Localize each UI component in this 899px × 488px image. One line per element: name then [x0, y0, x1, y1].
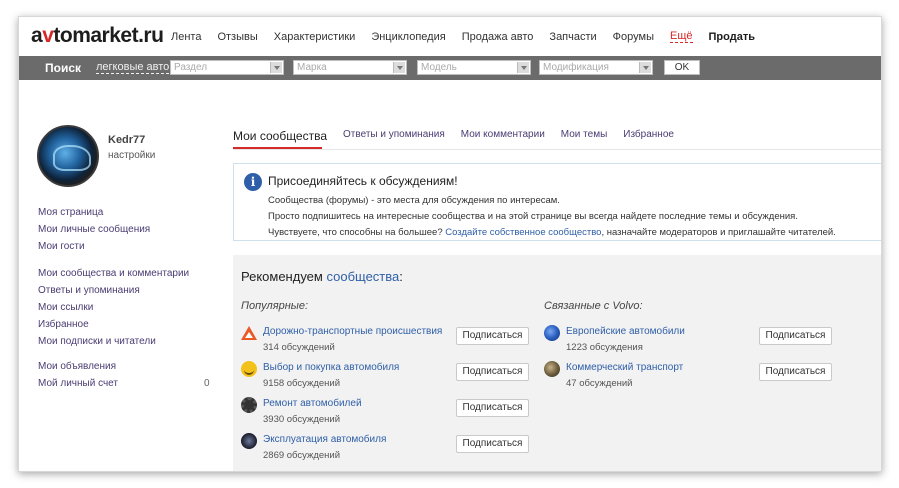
nav-car-sales[interactable]: Продажа авто: [462, 31, 534, 43]
modification-select[interactable]: Модификация: [539, 60, 653, 75]
nav-feed[interactable]: Лента: [171, 31, 201, 43]
community-link[interactable]: Ремонт автомобилей: [263, 398, 362, 409]
list-item: Коммерческий транспорт 47 обсуждений: [544, 361, 764, 395]
category-selector[interactable]: легковые авто: [96, 62, 170, 74]
community-link[interactable]: Европейские автомобили: [566, 326, 685, 337]
discussion-count: 3930 обсуждений: [263, 414, 341, 425]
create-community-link[interactable]: Создайте собственное сообщество: [445, 227, 601, 238]
recommended-section: Рекомендуем сообщества: Популярные: Связ…: [233, 255, 881, 471]
tabs-divider: [233, 149, 881, 150]
username[interactable]: Kedr77: [108, 134, 145, 146]
subscribe-button[interactable]: Подписаться: [456, 435, 529, 453]
car-dark-icon: [241, 433, 257, 449]
sidebar-group-personal: Моя страница Мои личные сообщения Мои го…: [38, 206, 150, 257]
subscribe-button[interactable]: Подписаться: [456, 363, 529, 381]
nav-specs[interactable]: Характеристики: [274, 31, 356, 43]
popular-heading: Популярные:: [241, 300, 309, 312]
settings-link[interactable]: настройки: [108, 150, 155, 161]
brand-select[interactable]: Марка: [293, 60, 407, 75]
search-bar: Поиск легковые авто Раздел Марка Модель …: [19, 56, 881, 80]
list-item: Европейские автомобили 1223 обсуждения: [544, 325, 764, 359]
model-select[interactable]: Модель: [417, 60, 531, 75]
sidebar-item-favorites[interactable]: Избранное: [38, 318, 189, 335]
nav-sell[interactable]: Продать: [709, 31, 755, 43]
info-line: Сообщества (форумы) - это места для обсу…: [268, 195, 560, 206]
recommended-title: Рекомендуем сообщества:: [241, 269, 403, 284]
chevron-down-icon: [639, 62, 651, 73]
related-heading: Связанные с Volvo:: [544, 300, 643, 312]
subscribe-button[interactable]: Подписаться: [759, 363, 832, 381]
avatar[interactable]: [37, 125, 99, 187]
discussion-count: 1223 обсуждения: [566, 342, 643, 353]
sidebar-group-communities: Мои сообщества и комментарии Ответы и уп…: [38, 267, 189, 352]
tab-favorites[interactable]: Избранное: [623, 129, 674, 143]
sidebar-item-subscriptions[interactable]: Мои подписки и читатели: [38, 335, 189, 352]
tab-replies[interactable]: Ответы и упоминания: [343, 129, 445, 143]
sidebar-group-account: Мои объявления Мой личный счет: [38, 360, 118, 394]
community-link[interactable]: Эксплуатация автомобиля: [263, 434, 386, 445]
search-ok-button[interactable]: OK: [664, 60, 700, 75]
tab-topics[interactable]: Мои темы: [561, 129, 607, 143]
sidebar-item-communities[interactable]: Мои сообщества и комментарии: [38, 267, 189, 284]
top-header: avtomarket.ru Лента Отзывы Характеристик…: [19, 17, 881, 55]
globe-icon: [544, 325, 560, 341]
community-link[interactable]: Дорожно-транспортные происшествия: [263, 326, 442, 337]
communities-link[interactable]: сообщества: [326, 269, 399, 284]
subscribe-button[interactable]: Подписаться: [456, 327, 529, 345]
sidebar-item-ads[interactable]: Мои объявления: [38, 360, 118, 377]
info-line: Чувствуете, что способны на большее? Соз…: [268, 227, 836, 238]
sidebar-item-replies[interactable]: Ответы и упоминания: [38, 284, 189, 301]
truck-icon: [544, 361, 560, 377]
tab-my-communities[interactable]: Мои сообщества: [233, 129, 327, 143]
search-label: Поиск: [45, 61, 82, 75]
subscribe-button[interactable]: Подписаться: [759, 327, 832, 345]
sidebar-item-account[interactable]: Мой личный счет: [38, 377, 118, 394]
community-tabs: Мои сообщества Ответы и упоминания Мои к…: [233, 129, 690, 143]
info-title: Присоединяйтесь к обсуждениям!: [268, 174, 458, 188]
smile-icon: [241, 361, 257, 377]
nav-forums[interactable]: Форумы: [613, 31, 654, 43]
gear-icon: [241, 397, 257, 413]
community-link[interactable]: Выбор и покупка автомобиля: [263, 362, 399, 373]
main-nav: Лента Отзывы Характеристики Энциклопедия…: [171, 31, 771, 43]
discussion-count: 314 обсуждений: [263, 342, 335, 353]
section-select[interactable]: Раздел: [170, 60, 284, 75]
sidebar-item-links[interactable]: Мои ссылки: [38, 301, 189, 318]
info-box: i Присоединяйтесь к обсуждениям! Сообщес…: [233, 163, 881, 241]
info-icon: i: [244, 173, 262, 191]
sidebar-item-messages[interactable]: Мои личные сообщения: [38, 223, 150, 240]
discussion-count: 2869 обсуждений: [263, 450, 341, 461]
chevron-down-icon: [517, 62, 529, 73]
nav-parts[interactable]: Запчасти: [549, 31, 596, 43]
warning-triangle-icon: [241, 325, 257, 341]
nav-more[interactable]: Ещё: [670, 31, 693, 43]
subscribe-button[interactable]: Подписаться: [456, 399, 529, 417]
chevron-down-icon: [393, 62, 405, 73]
sidebar-item-my-page[interactable]: Моя страница: [38, 206, 150, 223]
discussion-count: 9158 обсуждений: [263, 378, 341, 389]
nav-reviews[interactable]: Отзывы: [217, 31, 257, 43]
discussion-count: 47 обсуждений: [566, 378, 633, 389]
sidebar-item-guests[interactable]: Мои гости: [38, 240, 150, 257]
community-link[interactable]: Коммерческий транспорт: [566, 362, 683, 373]
site-logo[interactable]: avtomarket.ru: [31, 24, 164, 48]
chevron-down-icon: [270, 62, 282, 73]
info-line: Просто подпишитесь на интересные сообщес…: [268, 211, 798, 222]
nav-encyclopedia[interactable]: Энциклопедия: [371, 31, 445, 43]
browser-window: avtomarket.ru Лента Отзывы Характеристик…: [18, 16, 882, 472]
tab-comments[interactable]: Мои комментарии: [461, 129, 545, 143]
account-balance: 0: [204, 378, 210, 389]
